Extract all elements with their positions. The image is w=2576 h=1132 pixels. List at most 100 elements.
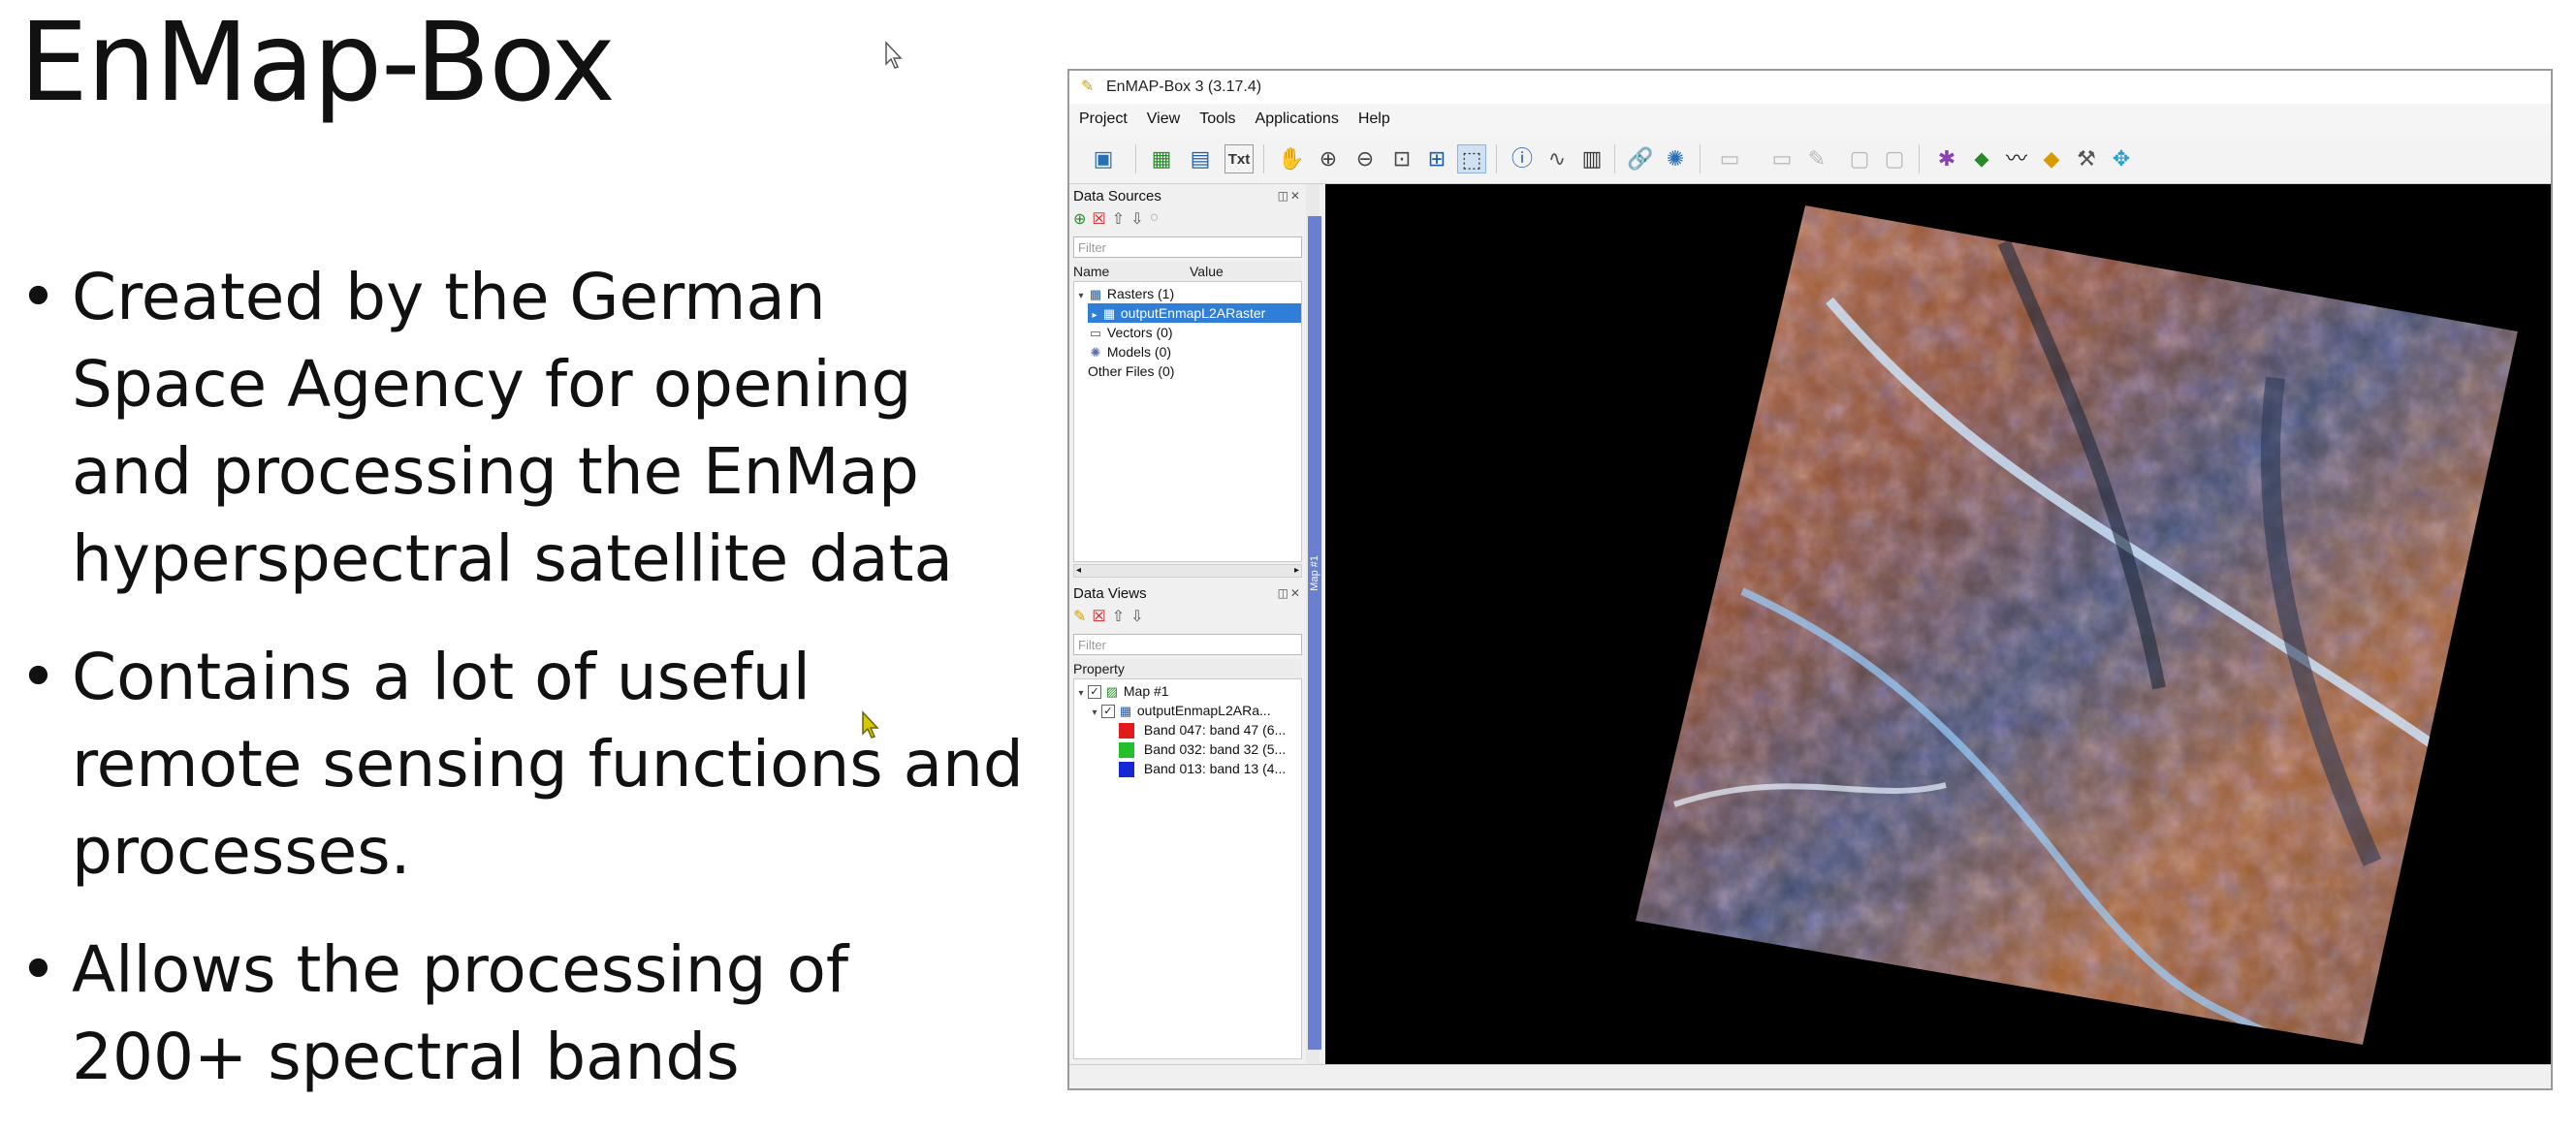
column-property: Property bbox=[1073, 661, 1125, 676]
collapse-icon[interactable]: ⇧ bbox=[1112, 209, 1125, 231]
scroll-left-icon[interactable]: ◂ bbox=[1074, 565, 1081, 577]
data-sources-title: Data Sources bbox=[1073, 188, 1161, 204]
data-sources-scrollbar[interactable]: ◂ ▸ bbox=[1073, 564, 1302, 578]
spectral-profile-icon[interactable]: 〰 bbox=[2002, 144, 2031, 173]
tree-item-map-layer[interactable]: ▾ ✓ ▦ outputEnmapL2ARa... bbox=[1088, 701, 1301, 720]
tree-item-band-green[interactable]: Band 032: band 32 (5... bbox=[1119, 739, 1301, 759]
mouse-pointer-icon bbox=[885, 41, 903, 69]
tree-item-map[interactable]: ▾ ✓ ▨ Map #1 bbox=[1074, 681, 1301, 701]
layers-icon[interactable]: ◆ bbox=[2037, 144, 2066, 173]
map-dock-tab[interactable] bbox=[1308, 216, 1321, 1050]
crosshair-icon[interactable]: ✥ bbox=[2107, 144, 2136, 173]
add-raster-icon[interactable]: ▦ bbox=[1147, 144, 1176, 173]
data-views-filter-input[interactable]: Filter bbox=[1073, 634, 1302, 655]
tools-icon[interactable]: ⚒ bbox=[2072, 144, 2101, 173]
tree-item-other-files[interactable]: Other Files (0) bbox=[1088, 362, 1301, 381]
red-swatch-icon bbox=[1119, 723, 1134, 739]
location-pin-icon[interactable]: ⬥ bbox=[1967, 144, 1996, 173]
identify-info-icon[interactable]: ⓘ bbox=[1508, 144, 1537, 173]
mouse-pointer-highlight-icon bbox=[862, 710, 879, 739]
left-dock: Data Sources ◫✕ ⊕ ☒ ⇧ ⇩ ○ Filter Name Va… bbox=[1069, 184, 1307, 1065]
raster-layer-icon: ▦ bbox=[1119, 704, 1132, 718]
collapse-icon[interactable]: ⇧ bbox=[1112, 607, 1125, 628]
new-view-icon[interactable]: ✎ bbox=[1073, 607, 1086, 628]
data-sources-filter-input[interactable]: Filter bbox=[1073, 236, 1302, 258]
edit-features-icon[interactable]: ▭ bbox=[1767, 144, 1797, 173]
expand-icon[interactable]: ⇩ bbox=[1130, 607, 1143, 628]
model-icon: ✺ bbox=[1090, 345, 1101, 360]
search-icon[interactable]: ○ bbox=[1150, 209, 1160, 231]
window-titlebar[interactable]: ✎ EnMAP-Box 3 (3.17.4) bbox=[1069, 71, 2551, 104]
panel-float-close-icon[interactable]: ◫✕ bbox=[1278, 189, 1302, 203]
expand-arrow-icon[interactable]: ▸ bbox=[1088, 306, 1101, 323]
main-toolbar: ▣ ▦ ▤ Txt ✋ ⊕ ⊖ ⊡ ⊞ ⬚ ⓘ ∿ ▥ 🔗 ✺ ▭ ▭ ✎ ▢ … bbox=[1069, 135, 2551, 184]
panel-float-close-icon[interactable]: ◫✕ bbox=[1278, 586, 1302, 600]
edit-layer-icon[interactable]: ▭ bbox=[1715, 144, 1744, 173]
settings-gear-icon[interactable]: ✺ bbox=[1661, 144, 1690, 173]
processing-icon[interactable]: ✱ bbox=[1932, 144, 1961, 173]
bullet-item: • Contains a lot of useful remote sensing… bbox=[17, 634, 1035, 896]
data-views-tree: ▾ ✓ ▨ Map #1 ▾ ✓ ▦ outputEnmapL2ARa... Band … bbox=[1073, 678, 1302, 1059]
profile-icon[interactable]: ∿ bbox=[1542, 144, 1572, 173]
checkbox-checked-icon[interactable]: ✓ bbox=[1101, 705, 1115, 719]
collapse-arrow-icon[interactable]: ▾ bbox=[1074, 287, 1088, 303]
edit-icon[interactable]: ✎ bbox=[1802, 144, 1831, 173]
slide-title: EnMap-Box bbox=[19, 0, 616, 126]
scroll-right-icon[interactable]: ▸ bbox=[1294, 565, 1301, 577]
menu-bar: Project View Tools Applications Help bbox=[1069, 104, 2551, 136]
map-icon: ▨ bbox=[1105, 684, 1119, 699]
column-name: Name bbox=[1073, 264, 1110, 279]
tree-item-models[interactable]: ✺ Models (0) bbox=[1088, 342, 1301, 362]
select-icon[interactable]: ⬚ bbox=[1457, 144, 1486, 173]
zoom-full-icon[interactable]: ⊡ bbox=[1387, 144, 1416, 173]
spectral-library-icon[interactable]: ▥ bbox=[1577, 144, 1606, 173]
vector-icon: ▭ bbox=[1089, 326, 1102, 340]
remove-view-icon[interactable]: ☒ bbox=[1092, 607, 1105, 628]
enmap-app-icon: ✎ bbox=[1081, 79, 1095, 95]
map-tab-label: Map #1 bbox=[1309, 555, 1320, 591]
zoom-out-icon[interactable]: ⊖ bbox=[1351, 144, 1380, 173]
bullet-text: Created by the German Space Agency for o… bbox=[72, 260, 953, 596]
data-sources-tree: ▾ ▦ Rasters (1) ▸ ▦ outputEnmapL2ARaster ▭… bbox=[1073, 281, 1302, 562]
tree-item-band-blue[interactable]: Band 013: band 13 (4... bbox=[1119, 759, 1301, 778]
satellite-raster-image bbox=[1636, 205, 2518, 1045]
tree-item-rasters[interactable]: ▾ ▦ Rasters (1) bbox=[1074, 284, 1301, 303]
menu-help[interactable]: Help bbox=[1349, 110, 1400, 128]
bullet-item: • Created by the German Space Agency for … bbox=[17, 254, 1035, 603]
zoom-in-icon[interactable]: ⊕ bbox=[1314, 144, 1343, 173]
discard-icon[interactable]: ▢ bbox=[1880, 144, 1909, 173]
checkbox-checked-icon[interactable]: ✓ bbox=[1088, 685, 1101, 700]
text-icon[interactable]: Txt bbox=[1224, 144, 1254, 173]
bullet-list: • Created by the German Space Agency for … bbox=[17, 254, 1035, 1132]
menu-view[interactable]: View bbox=[1137, 110, 1190, 128]
remove-source-icon[interactable]: ☒ bbox=[1092, 209, 1105, 231]
open-project-icon[interactable]: ▣ bbox=[1089, 144, 1118, 173]
data-views-header: Property bbox=[1073, 659, 1302, 679]
tree-item-band-red[interactable]: Band 047: band 47 (6... bbox=[1119, 720, 1301, 739]
save-icon[interactable]: ▢ bbox=[1845, 144, 1874, 173]
raster-icon: ▦ bbox=[1089, 287, 1102, 301]
bullet-dot-icon: • bbox=[19, 932, 57, 1007]
status-bar bbox=[1069, 1064, 2551, 1088]
add-layer-icon[interactable]: ▤ bbox=[1186, 144, 1215, 173]
bullet-dot-icon: • bbox=[19, 260, 57, 334]
add-source-icon[interactable]: ⊕ bbox=[1073, 209, 1086, 231]
map-canvas[interactable] bbox=[1325, 184, 2551, 1065]
link-icon[interactable]: 🔗 bbox=[1626, 144, 1655, 173]
collapse-arrow-icon[interactable]: ▾ bbox=[1088, 704, 1101, 720]
zoom-pixel-icon[interactable]: ⊞ bbox=[1422, 144, 1451, 173]
pan-icon[interactable]: ✋ bbox=[1277, 144, 1306, 173]
data-sources-header: Name Value bbox=[1073, 262, 1302, 282]
menu-tools[interactable]: Tools bbox=[1190, 110, 1245, 128]
green-swatch-icon bbox=[1119, 742, 1134, 759]
raster-layer-icon: ▦ bbox=[1102, 306, 1116, 321]
menu-project[interactable]: Project bbox=[1069, 110, 1137, 128]
menu-applications[interactable]: Applications bbox=[1246, 110, 1349, 128]
tree-item-output-raster[interactable]: ▸ ▦ outputEnmapL2ARaster bbox=[1088, 303, 1301, 323]
expand-icon[interactable]: ⇩ bbox=[1130, 209, 1143, 231]
tree-item-vectors[interactable]: ▭ Vectors (0) bbox=[1088, 323, 1301, 342]
collapse-arrow-icon[interactable]: ▾ bbox=[1074, 684, 1088, 701]
bullet-item: • Allows the processing of 200+ spectral … bbox=[17, 927, 1035, 1101]
bullet-text: Allows the processing of 200+ spectral b… bbox=[72, 932, 849, 1094]
blue-swatch-icon bbox=[1119, 762, 1134, 778]
